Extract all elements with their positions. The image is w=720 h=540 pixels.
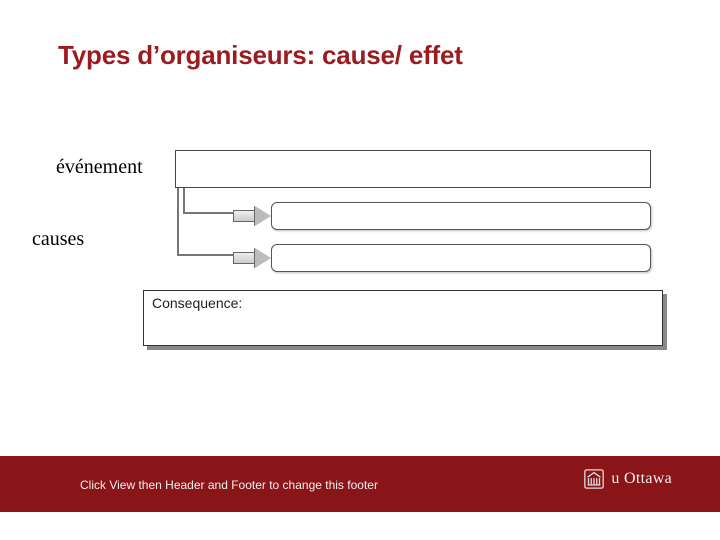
uottawa-logo: u Ottawa — [583, 468, 672, 490]
footer-hint: Click View then Header and Footer to cha… — [80, 478, 378, 492]
connector-2 — [177, 188, 233, 256]
consequence-box: Consequence: — [143, 290, 663, 346]
cause-box-2 — [271, 244, 651, 272]
label-causes: causes — [32, 228, 84, 251]
event-box — [175, 150, 651, 188]
slide-title: Types d’organiseurs: cause/ effet — [58, 40, 463, 71]
cause-box-1 — [271, 202, 651, 230]
label-event: événement — [56, 156, 143, 179]
consequence-label: Consequence: — [152, 295, 242, 311]
building-icon — [583, 468, 605, 490]
cause-effect-diagram: Consequence: — [175, 150, 685, 410]
arrow-icon — [233, 248, 271, 268]
footer-bar: Click View then Header and Footer to cha… — [0, 456, 720, 512]
arrow-icon — [233, 206, 271, 226]
logo-text: u Ottawa — [611, 470, 672, 488]
